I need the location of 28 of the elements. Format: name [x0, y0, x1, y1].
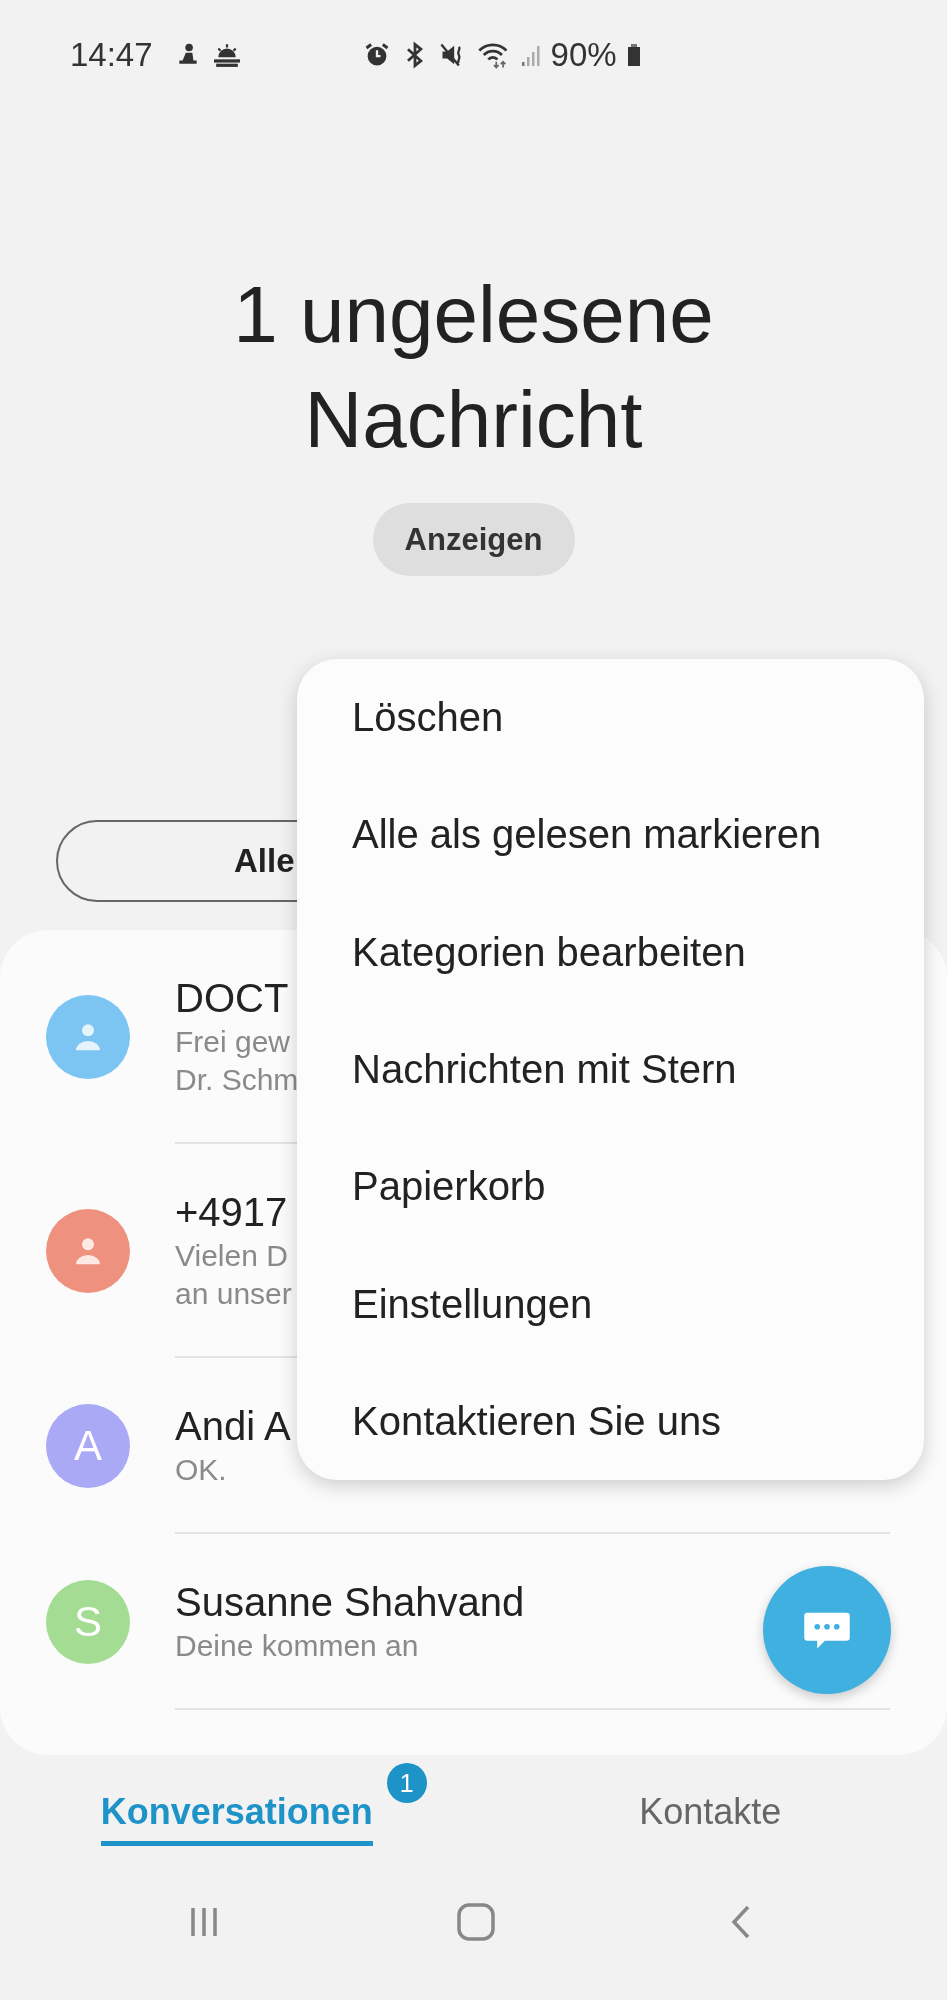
tab[interactable]: Kontakte: [639, 1791, 782, 1846]
status-time: 14:47: [70, 36, 153, 74]
message-preview: Dr. Schm: [175, 1062, 299, 1098]
message-preview: an unser: [175, 1276, 292, 1312]
avatar: S: [46, 1580, 130, 1664]
battery-icon: [626, 41, 641, 69]
menu-item[interactable]: Alle als gelesen markieren: [297, 776, 924, 894]
menu-item[interactable]: Kontaktieren Sie uns: [297, 1362, 924, 1480]
menu-item[interactable]: Einstellungen: [297, 1245, 924, 1363]
contact-name: Andi A: [175, 1403, 291, 1450]
contact-name: +4917: [175, 1189, 288, 1236]
unread-badge: 1: [386, 1763, 427, 1803]
menu-item[interactable]: Löschen: [297, 659, 924, 777]
message-preview: Deine kommen an: [175, 1628, 419, 1664]
menu-item[interactable]: Kategorien bearbeiten: [297, 893, 924, 1011]
contact-name: Susanne Shahvand: [175, 1579, 525, 1626]
message-preview: OK.: [175, 1452, 227, 1488]
message-preview: Vielen D: [175, 1238, 288, 1274]
battery-percentage: 90%: [550, 36, 617, 74]
avatar: A: [46, 1404, 130, 1488]
message-preview: Frei gew: [175, 1024, 291, 1060]
contact-name: DOCT: [175, 975, 289, 1022]
show-button[interactable]: Anzeigen: [372, 503, 575, 576]
home-icon[interactable]: [456, 1903, 495, 1941]
menu-item[interactable]: Papierkorb: [297, 1128, 924, 1246]
menu-item[interactable]: Nachrichten mit Stern: [297, 1010, 924, 1129]
unread-heading: 1 ungelesene Nachricht: [232, 269, 715, 466]
back-icon[interactable]: [730, 1904, 752, 1940]
